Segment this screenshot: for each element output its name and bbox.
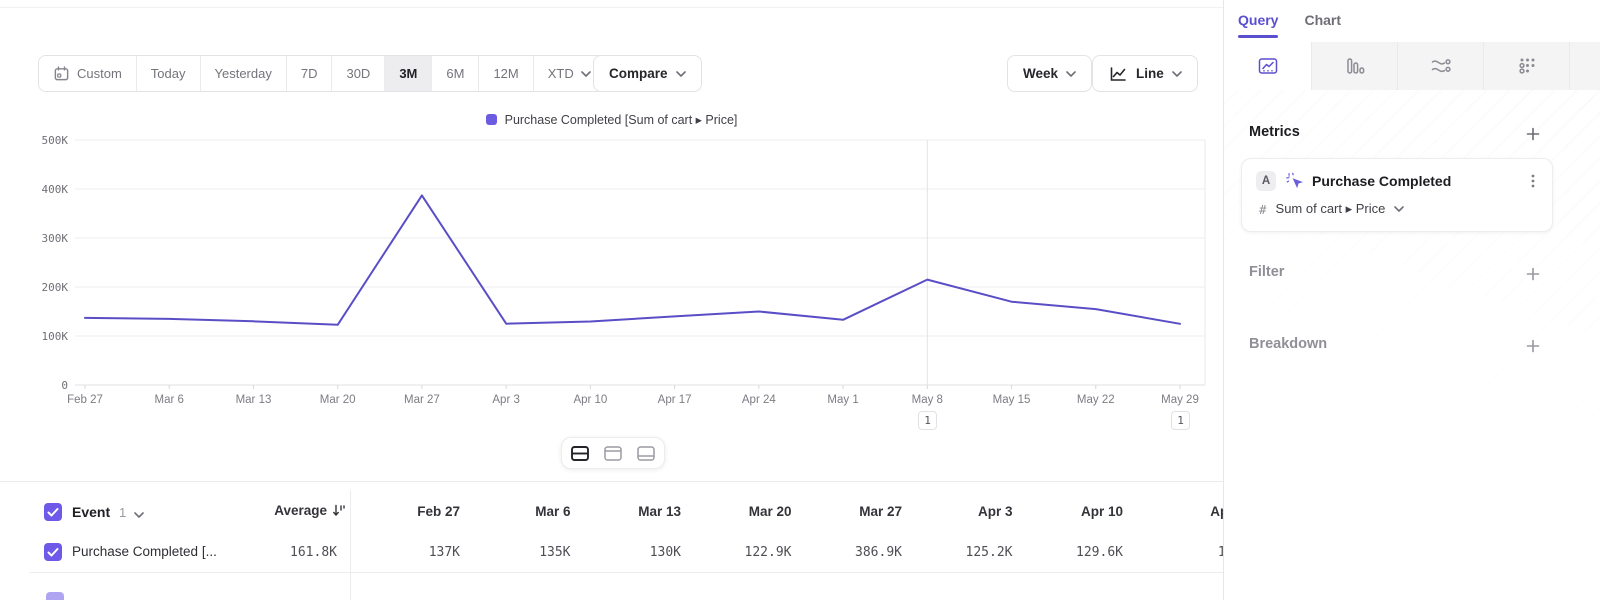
layout-toggle-chart-top[interactable] — [597, 439, 629, 467]
row-cell-value: 122.9K — [692, 545, 792, 560]
metric-letter-badge: A — [1256, 171, 1276, 191]
table-row-divider — [30, 572, 1223, 573]
x-axis-tick-label: Mar 27 — [404, 394, 440, 406]
x-axis-tick-label: Mar 13 — [236, 394, 272, 406]
metric-card[interactable]: A Purchase Completed # Sum of cart ▸ Pri… — [1241, 158, 1553, 232]
y-axis-tick-label: 0 — [61, 379, 68, 392]
query-sidebar: Query Chart Metrics A Purchase Completed … — [1223, 0, 1600, 600]
row-cell-value: 14 — [1134, 545, 1234, 560]
date-column-header[interactable]: Mar 27 — [802, 504, 902, 519]
average-column-header[interactable]: Average — [200, 503, 347, 518]
row-cell-value: 125.2K — [913, 545, 1013, 560]
y-axis-tick-label: 100K — [42, 330, 69, 343]
x-axis-tick-label: Mar 6 — [155, 394, 184, 406]
layout-toggle-table-bottom[interactable] — [630, 439, 662, 467]
event-column-header[interactable]: Event — [72, 504, 110, 520]
report-type-insights-line-icon[interactable] — [1225, 42, 1311, 90]
report-type-icon-row — [1225, 42, 1600, 90]
row-cell-value: 386.9K — [802, 545, 902, 560]
line-chart[interactable]: 0 100K 200K 300K 400K 500K Feb 27 Mar 6 Mar 13 Ma… — [0, 0, 1223, 480]
select-all-checkbox[interactable] — [44, 503, 62, 521]
chevron-down-icon[interactable] — [134, 512, 144, 518]
breakdown-heading: Breakdown — [1249, 336, 1327, 352]
sidebar-tab-chart[interactable]: Chart — [1304, 12, 1341, 38]
metric-property-selector[interactable]: # Sum of cart ▸ Price — [1259, 201, 1404, 217]
flows-icon — [1430, 56, 1452, 76]
annotation-count-badge[interactable]: 1 — [918, 411, 937, 430]
numeric-property-icon: # — [1259, 202, 1267, 217]
x-axis-tick-label: May 22 — [1077, 394, 1115, 406]
x-axis-tick-label: May 15 — [993, 394, 1031, 406]
average-label: Average — [274, 503, 327, 518]
date-column-header[interactable]: Apr 10 — [1023, 504, 1123, 519]
retention-dots-icon — [1516, 56, 1538, 76]
breakdown-table: Event 1 Average Feb 27 Mar 6 Mar 13 Mar 20 M… — [0, 482, 1223, 600]
table-column-divider — [350, 490, 351, 600]
bar-chart-icon — [1344, 56, 1366, 76]
metrics-heading: Metrics — [1249, 124, 1300, 140]
y-axis-tick-label: 300K — [42, 232, 69, 245]
y-axis-tick-label: 400K — [42, 183, 69, 196]
date-column-header[interactable]: Apr — [1134, 504, 1234, 519]
report-type-bar-chart-icon[interactable] — [1311, 42, 1397, 90]
kebab-menu-icon[interactable] — [1525, 173, 1541, 189]
add-breakdown-button[interactable] — [1524, 337, 1542, 355]
layout-toggle-chart-and-table[interactable] — [564, 439, 596, 467]
insights-report: CustomTodayYesterday7D30D3M6M12MXTD Comp… — [0, 0, 1600, 600]
chevron-down-icon — [1394, 206, 1404, 212]
sidebar-watermark — [1224, 90, 1600, 430]
x-axis-tick-label: Mar 20 — [320, 394, 356, 406]
date-column-header[interactable]: Mar 20 — [692, 504, 792, 519]
metric-property: Sum of cart ▸ Price — [1276, 201, 1386, 217]
report-type-cell-partial — [1569, 42, 1600, 90]
event-count: 1 — [119, 505, 126, 520]
insights-line-icon — [1257, 56, 1279, 76]
x-axis-tick-label: May 1 — [827, 394, 858, 406]
layout-toggle-group — [561, 437, 665, 469]
x-axis-tick-label: Apr 24 — [742, 394, 776, 406]
add-filter-button[interactable] — [1524, 265, 1542, 283]
date-column-header[interactable]: Feb 27 — [360, 504, 460, 519]
row-cell-value: 135K — [471, 545, 571, 560]
date-column-header[interactable]: Mar 6 — [471, 504, 571, 519]
metric-name: Purchase Completed — [1312, 173, 1451, 189]
row-cell-value: 130K — [581, 545, 681, 560]
x-axis-tick-label: Apr 17 — [658, 394, 692, 406]
report-main-area: CustomTodayYesterday7D30D3M6M12MXTD Comp… — [0, 0, 1223, 600]
chart-and-table-icon — [570, 445, 590, 462]
row-checkbox[interactable] — [44, 543, 62, 561]
row-average-value: 161.8K — [237, 545, 337, 560]
next-row-checkbox-partial — [46, 592, 64, 600]
sort-descending-icon — [332, 503, 347, 518]
filter-heading: Filter — [1249, 264, 1284, 280]
add-metric-button[interactable] — [1524, 125, 1542, 143]
date-column-header[interactable]: Apr 3 — [913, 504, 1013, 519]
x-axis-tick-label: May 8 — [912, 394, 943, 406]
row-cell-value: 129.6K — [1023, 545, 1123, 560]
row-event-label[interactable]: Purchase Completed [... — [72, 544, 217, 559]
y-axis-tick-label: 500K — [42, 134, 69, 147]
annotation-count-badge[interactable]: 1 — [1171, 411, 1190, 430]
date-column-header[interactable]: Mar 13 — [581, 504, 681, 519]
x-axis-tick-label: Apr 3 — [492, 394, 520, 406]
x-axis-tick-label: Feb 27 — [67, 394, 103, 406]
x-axis-tick-label: Apr 10 — [573, 394, 607, 406]
row-cell-value: 137K — [360, 545, 460, 560]
sidebar-tab-query[interactable]: Query — [1238, 12, 1278, 38]
report-type-flows-icon[interactable] — [1397, 42, 1483, 90]
series-line-purchase-completed[interactable] — [85, 195, 1180, 324]
event-sparkle-icon — [1285, 172, 1303, 190]
sidebar-tabs: Query Chart — [1238, 12, 1341, 38]
table-bottom-icon — [636, 445, 656, 462]
y-axis-tick-label: 200K — [42, 281, 69, 294]
report-type-retention-dots-icon[interactable] — [1483, 42, 1569, 90]
x-axis-tick-label: May 29 — [1161, 394, 1199, 406]
chart-top-icon — [603, 445, 623, 462]
